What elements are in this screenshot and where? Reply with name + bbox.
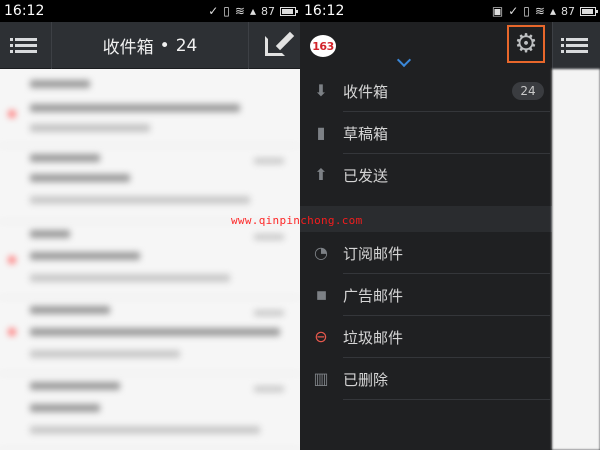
chevron-down-icon[interactable] (397, 58, 411, 66)
signal-icon: ▴ (549, 4, 556, 18)
inbox-header: 收件箱 • 24 (0, 22, 300, 69)
vibrate-icon: ▯ (523, 4, 530, 18)
inbox-peek[interactable] (552, 22, 600, 450)
alarm-check-icon: ✓ (208, 4, 219, 18)
unread-badge: 24 (512, 82, 544, 100)
block-icon: ⊖ (314, 327, 328, 346)
vibrate-icon: ▯ (223, 4, 230, 18)
status-time: 16:12 (304, 3, 345, 19)
battery-icon (580, 6, 598, 16)
folder-label: 订阅邮件 (343, 245, 404, 263)
battery-percent: 87 (261, 4, 275, 18)
screenshot: 16:12 ✓ ▯ ≋ ▴ 87 收件箱 • 24 16:12 ▣ ✓ ▯ ≋ … (0, 0, 600, 450)
folder-subscriptions[interactable]: ◔ 订阅邮件 (300, 232, 552, 274)
status-icons: ▣ ✓ ▯ ≋ ▴ 87 (491, 0, 598, 22)
wifi-icon: ≋ (534, 4, 545, 18)
drawer-header: 163 ⚙ (300, 22, 552, 69)
status-bar: 16:12 ▣ ✓ ▯ ≋ ▴ 87 (300, 0, 600, 22)
rss-icon: ◔ (314, 243, 328, 262)
upload-arrow-icon: ⬆ (314, 165, 328, 184)
folder-label: 垃圾邮件 (343, 329, 404, 347)
status-bar: 16:12 ✓ ▯ ≋ ▴ 87 (0, 0, 300, 22)
inbox-count: 24 (175, 35, 198, 56)
signal-icon: ▴ (249, 4, 256, 18)
mail-list (0, 70, 300, 450)
mail-row[interactable] (0, 146, 300, 222)
folder-ads[interactable]: ◆ 广告邮件 (300, 274, 552, 316)
folder-drawer: 163 ⚙ ⬇ 收件箱 24 ▮ 草稿箱 ⬆ 已发送 ◔ 订阅邮件 ◆ 广告邮件… (300, 22, 552, 450)
folder-sent[interactable]: ⬆ 已发送 (300, 154, 552, 196)
folder-label: 已删除 (343, 371, 389, 389)
status-time: 16:12 (4, 3, 45, 19)
folder-inbox[interactable]: ⬇ 收件箱 24 (300, 70, 552, 112)
mail-row[interactable] (0, 298, 300, 374)
compose-button[interactable] (248, 22, 300, 69)
mail-row[interactable] (0, 222, 300, 298)
hamburger-icon (560, 37, 588, 54)
watermark-text: www.qinpinchong.com (231, 214, 363, 227)
battery-percent: 87 (561, 4, 575, 18)
logo-text: 163 (312, 39, 334, 53)
folder-label: 草稿箱 (343, 125, 389, 143)
compose-icon (264, 31, 294, 56)
inbox-title: 收件箱 • 24 (52, 22, 248, 69)
inbox-title-text: 收件箱 (102, 38, 154, 58)
download-arrow-icon: ⬇ (314, 81, 328, 100)
settings-button[interactable]: ⚙ (507, 25, 545, 63)
document-icon: ▮ (316, 123, 326, 142)
folder-menu: ⬇ 收件箱 24 ▮ 草稿箱 ⬆ 已发送 ◔ 订阅邮件 ◆ 广告邮件 ⊖ 垃圾邮… (300, 70, 552, 400)
menu-button[interactable] (552, 22, 600, 69)
folder-label: 广告邮件 (343, 287, 404, 305)
tag-icon: ◆ (309, 283, 332, 306)
mail-row[interactable] (0, 70, 300, 146)
inbox-shade (552, 69, 600, 450)
folder-spam[interactable]: ⊖ 垃圾邮件 (300, 316, 552, 358)
alarm-check-icon: ✓ (508, 4, 519, 18)
wifi-icon: ≋ (234, 4, 245, 18)
status-icons: ✓ ▯ ≋ ▴ 87 (208, 0, 298, 22)
menu-button[interactable] (0, 22, 52, 69)
image-icon: ▣ (491, 4, 504, 18)
hamburger-icon (9, 37, 37, 54)
folder-label: 已发送 (343, 167, 389, 185)
folder-trash[interactable]: ▥ 已删除 (300, 358, 552, 400)
trash-icon: ▥ (313, 369, 329, 388)
gear-icon: ⚙ (514, 29, 538, 59)
title-separator: • (159, 35, 170, 56)
battery-icon (280, 6, 298, 16)
mail-row[interactable] (0, 374, 300, 450)
folder-label: 收件箱 (343, 83, 389, 101)
folder-drafts[interactable]: ▮ 草稿箱 (300, 112, 552, 154)
account-logo[interactable]: 163 (310, 35, 336, 57)
